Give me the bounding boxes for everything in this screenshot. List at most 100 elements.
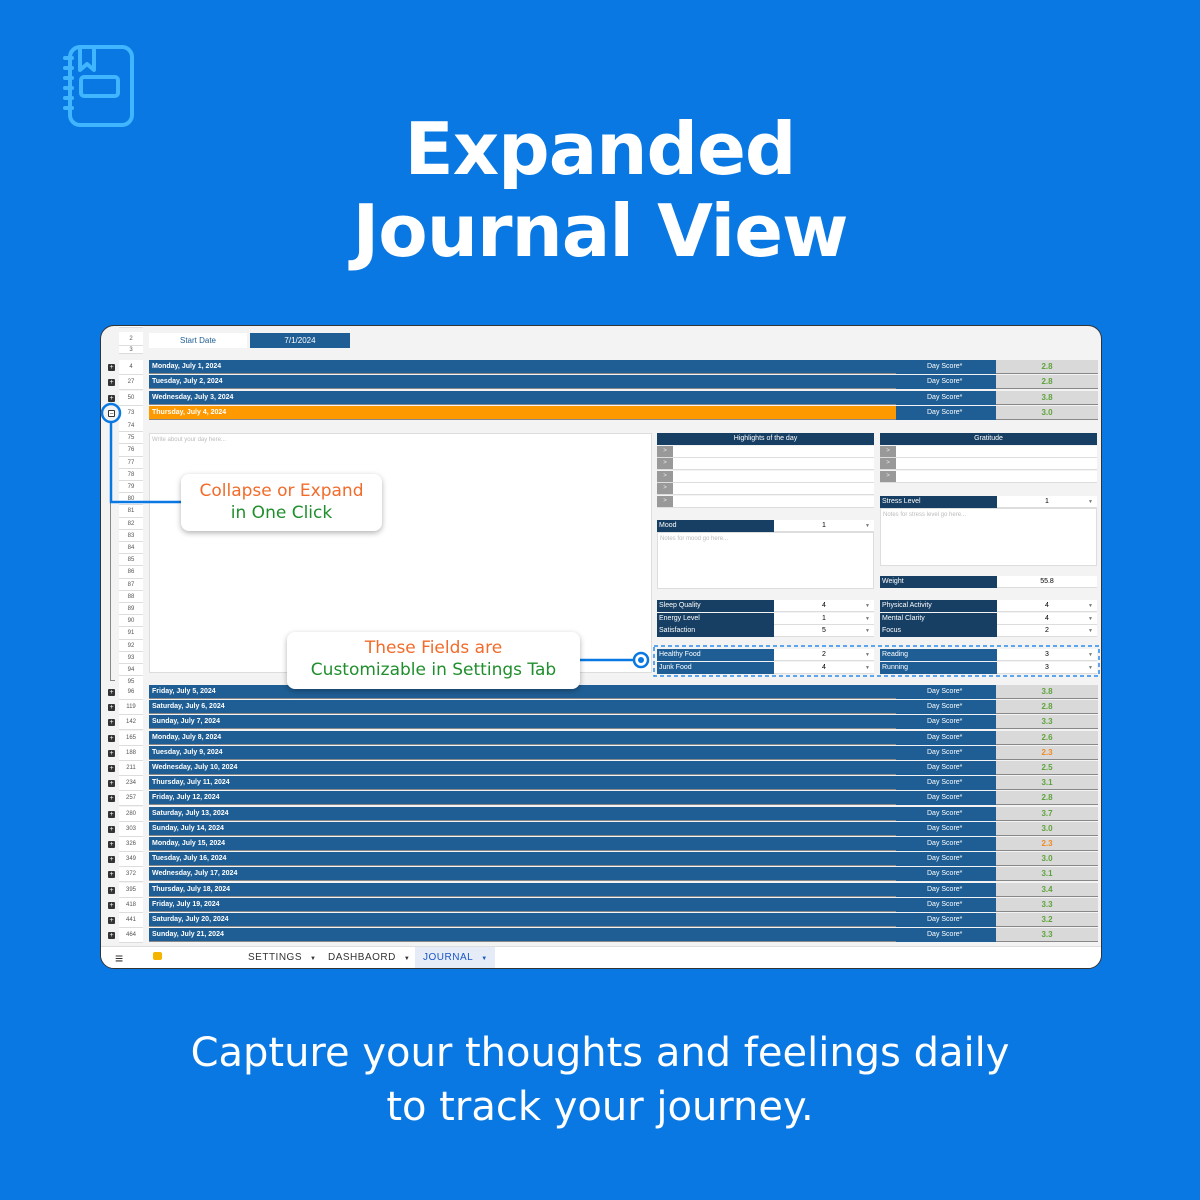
expand-group-icon[interactable]: + (108, 394, 115, 402)
expand-group-icon[interactable]: + (108, 917, 115, 924)
row-header: 441 (119, 913, 143, 928)
list-entry[interactable]: > (880, 470, 1097, 483)
day-score-label: Day Score* (896, 715, 996, 730)
expand-group-icon[interactable]: + (108, 780, 115, 788)
field-dropdown[interactable]: 2 ▼ (997, 625, 1097, 637)
day-score-label: Day Score* (896, 730, 996, 745)
sheet-tab-journal[interactable]: JOURNAL ▼ (415, 947, 495, 968)
expand-group-icon[interactable]: + (108, 364, 115, 371)
list-entry[interactable]: > (657, 495, 874, 508)
expand-group-icon[interactable]: + (108, 841, 115, 848)
expand-group-icon[interactable]: + (108, 856, 115, 864)
collapse-group-icon[interactable]: − (108, 409, 115, 418)
field-dropdown[interactable]: 1 ▼ (774, 520, 874, 532)
day-score-value: 3.0 (996, 405, 1098, 420)
row-header: 188 (119, 745, 143, 761)
tab-menu-arrow-icon[interactable]: ▼ (310, 956, 316, 962)
day-row[interactable]: Sunday, July 21, 2024 (149, 928, 996, 943)
tab-menu-arrow-icon[interactable]: ▼ (481, 956, 487, 962)
expand-group-icon[interactable]: + (108, 749, 115, 757)
field-dropdown[interactable]: 4 ▼ (997, 600, 1097, 612)
sheet-tab-settings[interactable]: SETTINGS ▼ (240, 947, 320, 968)
day-score-label: Day Score* (896, 897, 996, 912)
day-row[interactable]: Friday, July 19, 2024 (149, 897, 996, 912)
field-value: 2 (822, 651, 826, 658)
day-score-value: 2.8 (996, 375, 1098, 390)
field-dropdown[interactable]: 3 ▼ (997, 661, 1097, 674)
day-row[interactable]: Sunday, July 14, 2024 (149, 821, 996, 836)
field-value: 4 (1045, 602, 1049, 609)
expand-group-icon[interactable]: + (108, 795, 115, 803)
expand-group-icon[interactable]: + (108, 825, 115, 833)
day-score-value: 3.3 (996, 715, 1098, 730)
tab-menu-arrow-icon[interactable]: ▼ (404, 956, 410, 962)
page-title: Expanded Journal View (352, 107, 848, 273)
field-dropdown[interactable]: 1 ▼ (774, 612, 874, 625)
sheet-tab-dashbaord[interactable]: DASHBAORD ▼ (320, 947, 415, 968)
day-row[interactable]: Thursday, July 11, 2024 (149, 776, 996, 791)
expand-group-icon[interactable]: + (108, 901, 115, 909)
day-row[interactable]: Saturday, July 20, 2024 (149, 913, 996, 927)
all-sheets-menu-icon[interactable]: ≡ (107, 947, 132, 968)
day-score-label: Day Score* (896, 375, 996, 390)
mood-notes[interactable]: Notes for mood go here... (657, 532, 874, 589)
field-value: 4 (1045, 614, 1049, 622)
row-header: 165 (119, 730, 143, 746)
field-dropdown[interactable]: 1 ▼ (997, 496, 1097, 508)
dropdown-arrow-icon: ▼ (1088, 603, 1093, 609)
field-dropdown[interactable]: 4 ▼ (774, 600, 874, 612)
day-row[interactable]: Tuesday, July 2, 2024 (149, 375, 996, 390)
expand-group-icon[interactable]: + (108, 719, 115, 727)
list-entry[interactable]: > (657, 446, 874, 458)
expand-group-icon[interactable]: + (108, 886, 115, 894)
day-row[interactable]: Monday, July 15, 2024 (149, 837, 996, 851)
day-row[interactable]: Wednesday, July 3, 2024 (149, 390, 996, 405)
row-header: 89 (119, 603, 143, 616)
field-dropdown[interactable]: 3 ▼ (997, 649, 1097, 661)
day-row[interactable]: Sunday, July 7, 2024 (149, 715, 996, 730)
expand-group-icon[interactable]: + (108, 765, 115, 772)
sheet-tab-welcome[interactable]: WELCOME▼ (145, 947, 240, 968)
row-header: 372 (119, 867, 143, 883)
weight-value[interactable]: 55.8 (997, 576, 1097, 588)
field-label: Physical Activity (880, 600, 997, 612)
day-row[interactable]: Monday, July 1, 2024 (149, 360, 996, 374)
expand-group-icon[interactable]: + (108, 379, 115, 387)
day-row[interactable]: Saturday, July 6, 2024 (149, 700, 996, 715)
row-header: 80 (119, 493, 143, 506)
day-row[interactable]: Friday, July 12, 2024 (149, 791, 996, 806)
day-row[interactable]: Tuesday, July 9, 2024 (149, 745, 996, 760)
expand-group-icon[interactable]: + (108, 734, 115, 742)
day-row[interactable]: Wednesday, July 17, 2024 (149, 867, 996, 882)
list-entry[interactable]: > (657, 483, 874, 496)
list-entry[interactable]: > (657, 458, 874, 471)
field-dropdown[interactable]: 4 ▼ (997, 612, 1097, 625)
expand-group-icon[interactable]: + (108, 871, 115, 879)
row-header: 88 (119, 590, 143, 603)
day-row[interactable]: Saturday, July 13, 2024 (149, 806, 996, 821)
day-row[interactable]: Thursday, July 4, 2024 (149, 405, 996, 420)
day-score-value: 3.7 (996, 806, 1098, 821)
stress-notes[interactable]: Notes for stress level go here... (880, 508, 1097, 566)
spreadsheet-window: 1 2 3 Start Date 7/1/2024 4 + Monday, July 1, 2… (100, 325, 1102, 969)
start-date-value[interactable]: 7/1/2024 (250, 333, 350, 348)
list-entry[interactable]: > (880, 446, 1097, 458)
day-row[interactable]: Monday, July 8, 2024 (149, 730, 996, 745)
expand-group-icon[interactable]: + (108, 689, 115, 696)
row-header: 74 (119, 420, 143, 433)
row-header: 85 (119, 554, 143, 567)
field-dropdown[interactable]: 2 ▼ (774, 649, 874, 661)
day-row[interactable]: Thursday, July 18, 2024 (149, 882, 996, 897)
expand-group-icon[interactable]: + (108, 704, 115, 712)
list-entry[interactable]: > (657, 470, 874, 483)
field-dropdown[interactable]: 5 ▼ (774, 625, 874, 637)
day-row[interactable]: Tuesday, July 16, 2024 (149, 852, 996, 867)
list-entry[interactable]: > (880, 458, 1097, 471)
day-row[interactable]: Wednesday, July 10, 2024 (149, 761, 996, 775)
expand-group-icon[interactable]: + (108, 810, 115, 818)
day-score-value: 2.8 (996, 791, 1098, 806)
bullet-marker: > (657, 483, 673, 495)
field-dropdown[interactable]: 4 ▼ (774, 661, 874, 674)
expand-group-icon[interactable]: + (108, 932, 115, 940)
field-value: 3 (1045, 651, 1049, 658)
